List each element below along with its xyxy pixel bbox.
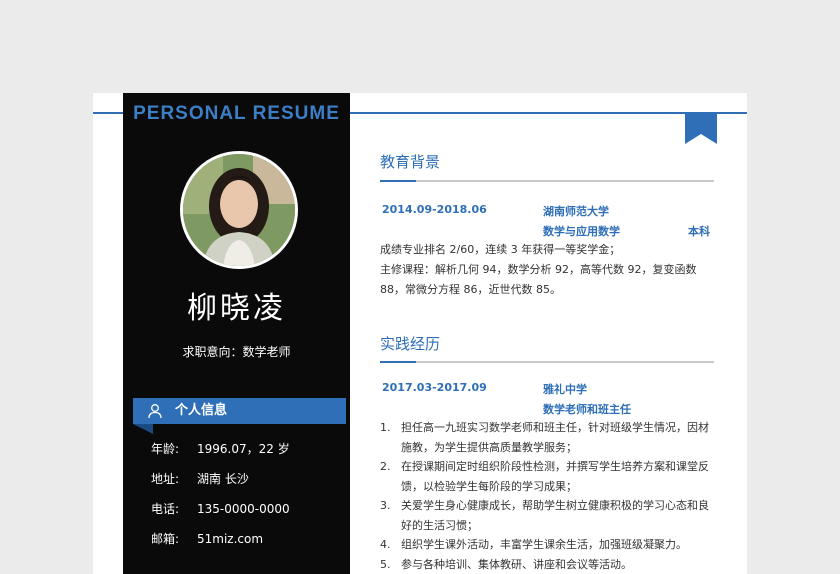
avatar-photo: [183, 154, 295, 266]
education-degree: 本科: [688, 225, 710, 238]
candidate-name: 柳晓凌: [187, 291, 286, 326]
practice-period: 2017.03-2017.09: [382, 381, 487, 394]
info-label: 电话:: [151, 502, 180, 516]
item-number: 3.: [380, 499, 391, 512]
info-value: 湖南 长沙: [197, 472, 249, 486]
personal-info-header: 个人信息: [133, 398, 346, 424]
section-divider: [380, 361, 714, 363]
info-row-age: 年龄: 1996.07，22 岁: [151, 440, 290, 457]
practice-org: 雅礼中学: [543, 383, 587, 396]
education-period: 2014.09-2018.06: [382, 203, 487, 216]
practice-role: 数学老师和班主任: [543, 403, 631, 416]
band-fold: [133, 424, 153, 434]
resume-title: PERSONAL RESUME: [123, 93, 350, 133]
item-text: 关爱学生身心健康成长，帮助学生树立健康积极的学习心态和良好的生活习惯；: [401, 499, 709, 532]
item-text: 参与各种培训、集体教研、讲座和会议等活动。: [401, 558, 632, 571]
item-number: 5.: [380, 558, 391, 571]
avatar: [180, 151, 298, 269]
education-title: 教育背景: [380, 153, 441, 171]
education-line: 成绩专业排名 2/60，连续 3 年获得一等奖学金；: [380, 243, 621, 256]
info-value: 135-0000-0000: [197, 502, 290, 516]
info-value: 1996.07，22 岁: [197, 442, 290, 456]
main-content: 教育背景 2014.09-2018.06 湖南师范大学 数学与应用数学 本科 成…: [380, 93, 720, 574]
section-divider-accent: [380, 361, 416, 363]
info-label: 邮箱:: [151, 532, 180, 546]
item-text: 担任高一九班实习数学老师和班主任，针对班级学生情况，因材施教，为学生提供高质量教…: [401, 421, 709, 454]
practice-title: 实践经历: [380, 335, 441, 353]
user-icon: [148, 404, 162, 419]
item-number: 1.: [380, 421, 391, 434]
education-major: 数学与应用数学: [543, 225, 620, 238]
info-row-address: 地址: 湖南 长沙: [151, 470, 249, 487]
item-number: 2.: [380, 460, 391, 473]
education-school: 湖南师范大学: [543, 205, 609, 218]
info-row-email: 邮箱: 51miz.com: [151, 530, 263, 547]
item-text: 组织学生课外活动，丰富学生课余生活，加强班级凝聚力。: [401, 538, 687, 551]
info-value: 51miz.com: [197, 532, 264, 546]
job-objective: 求职意向：数学老师: [182, 345, 291, 359]
info-label: 年龄:: [151, 442, 180, 456]
item-number: 4.: [380, 538, 391, 551]
item-text: 在授课期间定时组织阶段性检测，并撰写学生培养方案和课堂反馈，以检验学生每阶段的学…: [401, 460, 709, 493]
info-row-phone: 电话: 135-0000-0000: [151, 500, 290, 517]
section-divider: [380, 180, 714, 182]
personal-info-title: 个人信息: [175, 403, 228, 418]
info-label: 地址:: [151, 472, 180, 486]
sidebar: PERSONAL RESUME 柳晓凌 求职意向：数学老师 个人信息 年龄: 1…: [123, 93, 350, 574]
education-line: 主修课程：解析几何 94，数学分析 92，高等代数 92，复变函数: [380, 263, 697, 276]
education-line: 88，常微分方程 86，近世代数 85。: [380, 283, 561, 296]
resume-page: PERSONAL RESUME 柳晓凌 求职意向：数学老师 个人信息 年龄: 1…: [93, 93, 747, 574]
section-divider-accent: [380, 180, 416, 182]
